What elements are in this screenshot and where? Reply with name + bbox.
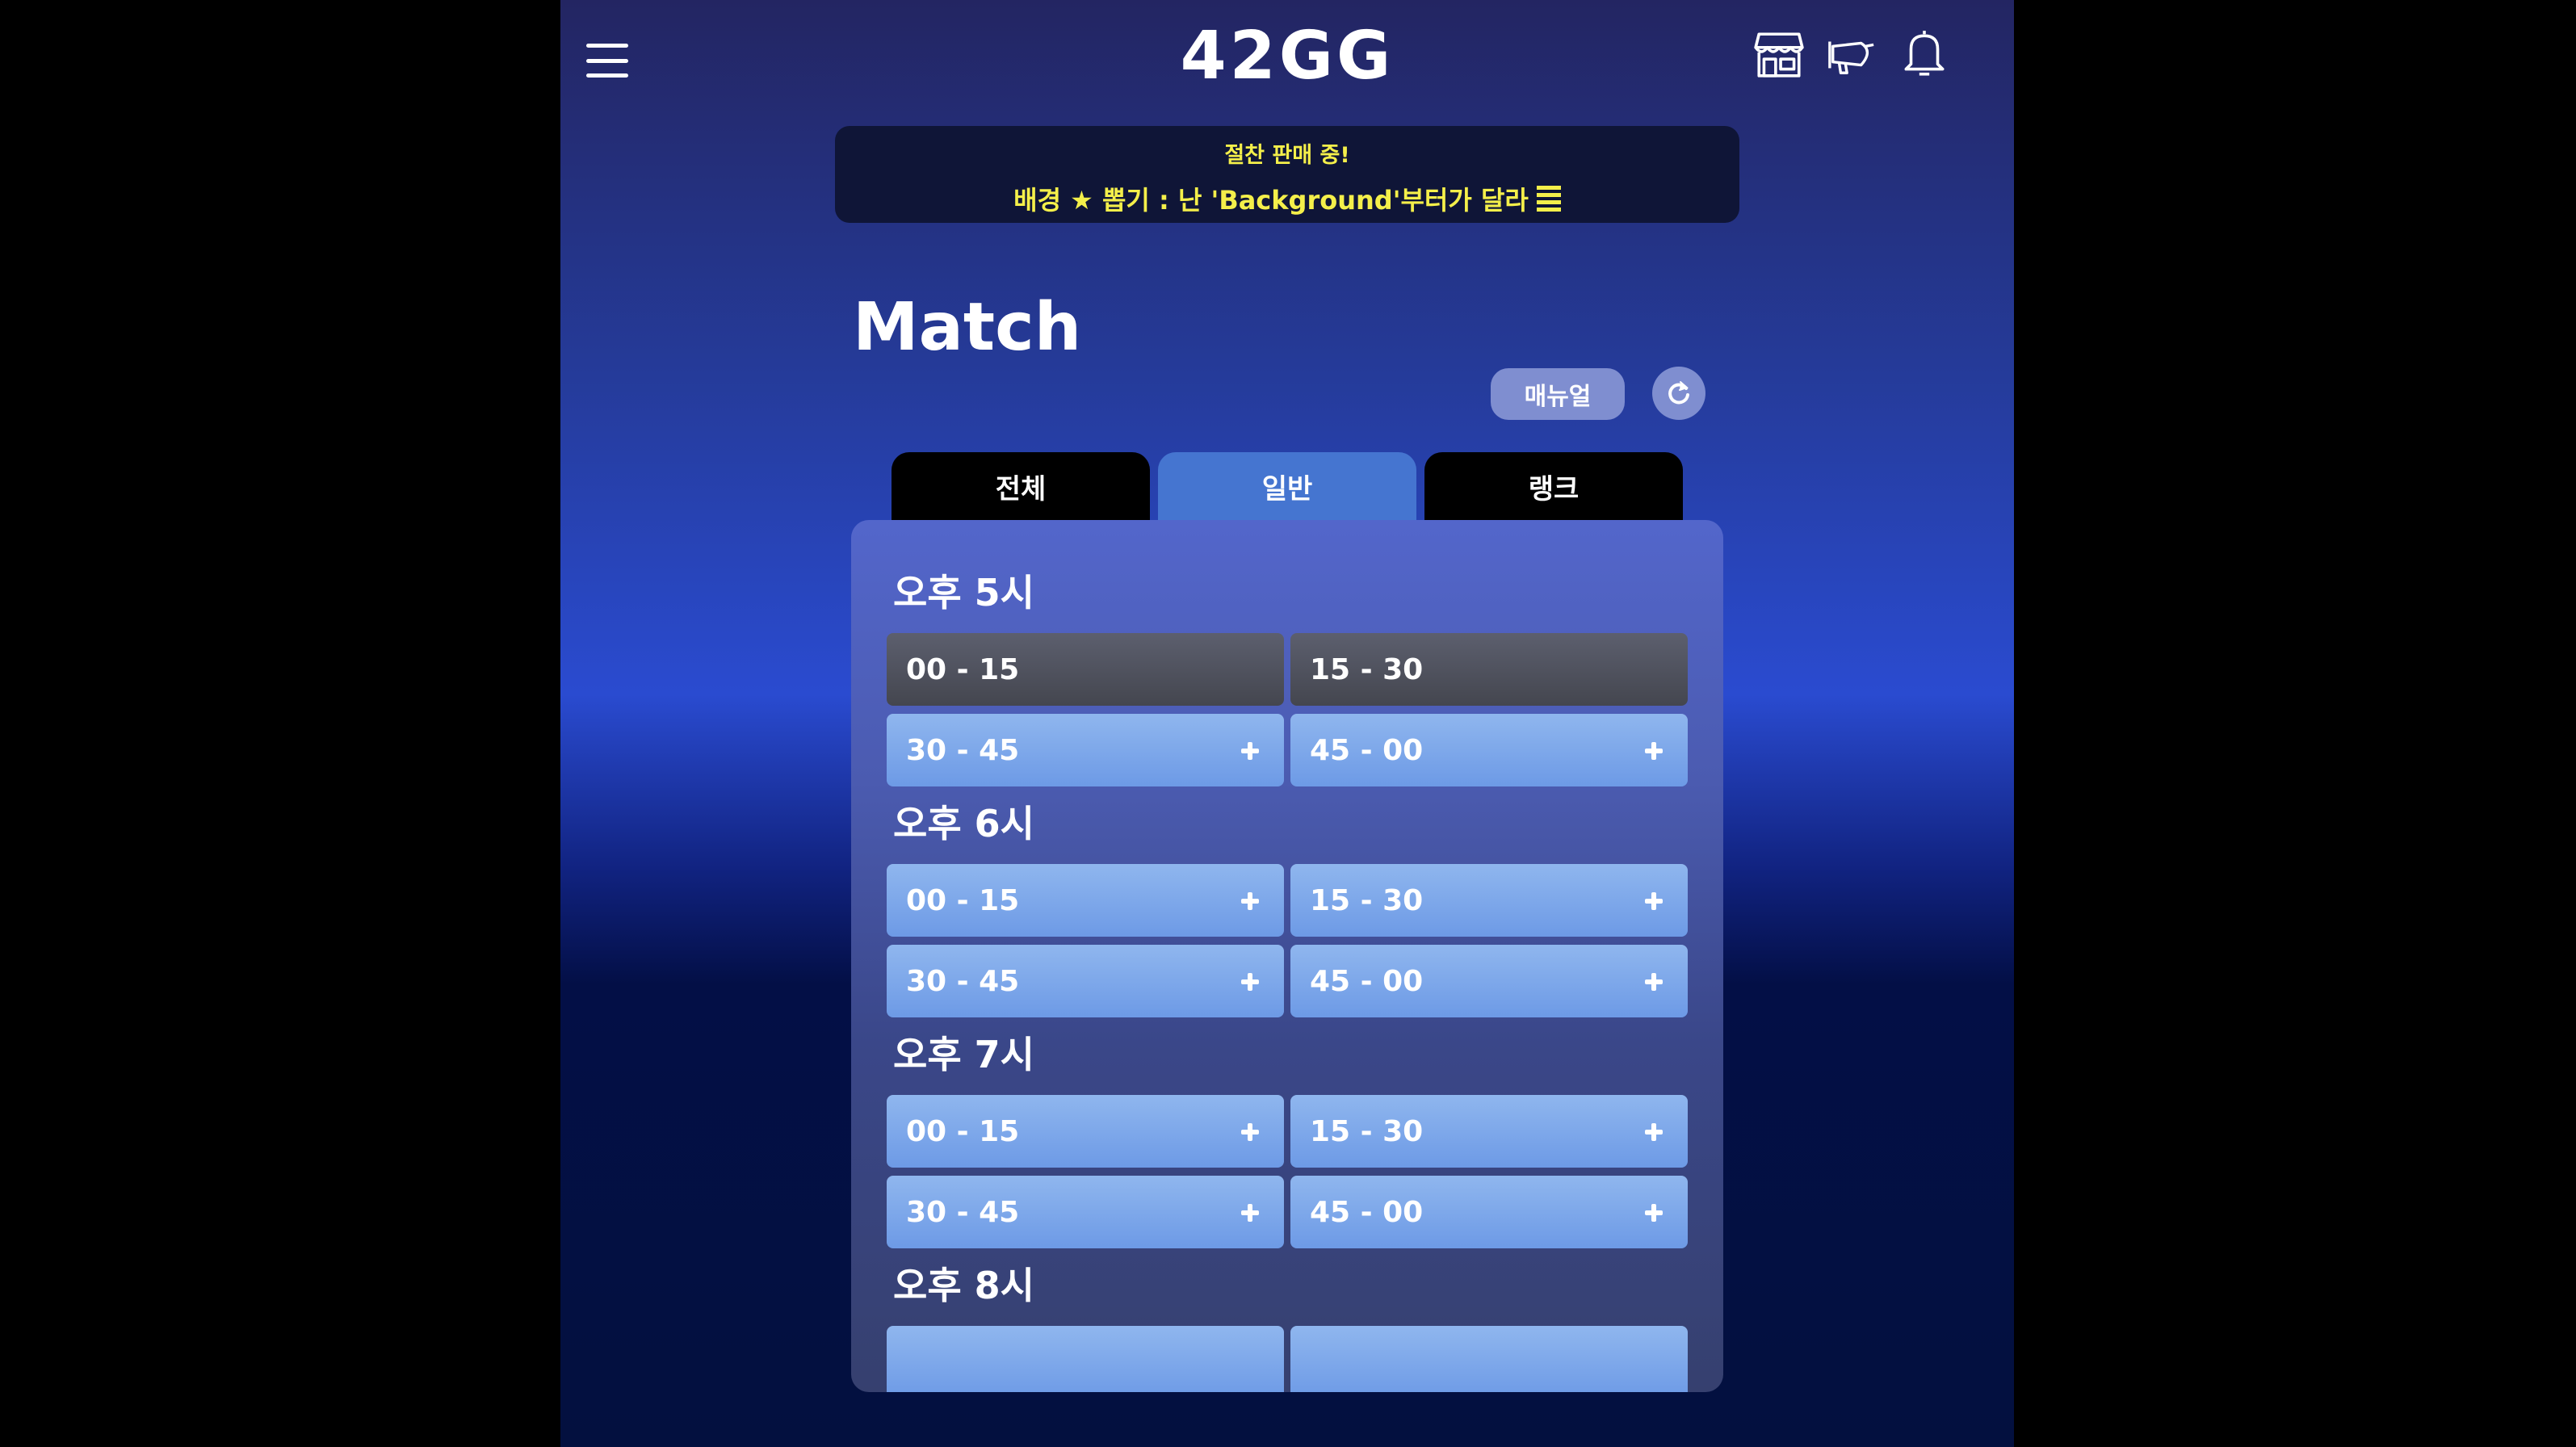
plus-icon xyxy=(1633,963,1670,1000)
slot-time: 00 - 15 xyxy=(906,883,1020,917)
time-slot[interactable]: 45 - 00 xyxy=(1290,1176,1688,1248)
slot-grid xyxy=(887,1326,1688,1392)
plus-icon xyxy=(1229,963,1266,1000)
time-slot[interactable]: 30 - 45 xyxy=(887,714,1284,786)
time-slot[interactable] xyxy=(1290,1326,1688,1392)
plus-icon xyxy=(1633,1113,1670,1150)
time-slot[interactable]: 45 - 00 xyxy=(1290,714,1688,786)
plus-icon xyxy=(1229,1193,1266,1231)
hour-label: 오후 5시 xyxy=(893,571,1034,614)
slot-time: 15 - 30 xyxy=(1310,652,1424,686)
page-title: Match xyxy=(853,289,1082,366)
slot-grid: 00 - 15 15 - 30 30 - 45 45 - 00 xyxy=(887,1095,1688,1248)
refresh-icon xyxy=(1668,381,1689,405)
slot-time: 00 - 15 xyxy=(906,1114,1020,1148)
megaphone-icon[interactable] xyxy=(1827,27,1877,81)
time-slot: 15 - 30 xyxy=(1290,633,1688,706)
tab-all[interactable]: 전체 xyxy=(892,452,1150,520)
slot-grid: 00 - 15 15 - 30 30 - 45 45 - 00 xyxy=(887,864,1688,1017)
hour-label: 오후 6시 xyxy=(893,802,1034,845)
slot-time: 30 - 45 xyxy=(906,964,1020,998)
refresh-button[interactable] xyxy=(1652,367,1705,420)
match-mode-tabs: 전체 일반 랭크 xyxy=(892,452,1683,520)
plus-icon xyxy=(1633,732,1670,769)
match-slot-list: 오후 5시 00 - 15 15 - 30 30 - 45 45 - 00 오후… xyxy=(887,570,1688,1392)
slot-time: 30 - 45 xyxy=(906,733,1020,767)
slot-time: 00 - 15 xyxy=(906,652,1020,686)
match-slot-panel[interactable]: 오후 5시 00 - 15 15 - 30 30 - 45 45 - 00 오후… xyxy=(851,520,1723,1392)
plus-icon xyxy=(1633,1193,1670,1231)
store-icon[interactable] xyxy=(1754,27,1804,81)
banner-headline: 절찬 판매 중! xyxy=(1224,143,1350,168)
bell-icon[interactable] xyxy=(1899,27,1949,81)
time-slot[interactable]: 15 - 30 xyxy=(1290,864,1688,937)
plus-icon xyxy=(1633,882,1670,919)
time-slot[interactable]: 00 - 15 xyxy=(887,1095,1284,1168)
time-slot[interactable]: 00 - 15 xyxy=(887,864,1284,937)
slot-time: 15 - 30 xyxy=(1310,1114,1424,1148)
time-slot[interactable]: 45 - 00 xyxy=(1290,945,1688,1017)
list-icon xyxy=(1536,186,1561,212)
app-screen: 42GG 절찬 판매 중! 배경 ★ 뽑기: 난 'Background'부터… xyxy=(560,0,2014,1447)
slot-grid: 00 - 15 15 - 30 30 - 45 45 - 00 xyxy=(887,633,1688,786)
slot-time: 30 - 45 xyxy=(906,1195,1020,1229)
banner-message: 배경 ★ 뽑기 : 난 'Background'부터가 달라 xyxy=(1013,180,1561,217)
slot-time: 45 - 00 xyxy=(1310,733,1424,767)
hour-label: 오후 8시 xyxy=(893,1264,1034,1307)
slot-time: 45 - 00 xyxy=(1310,964,1424,998)
hour-label: 오후 7시 xyxy=(893,1033,1034,1076)
header-icons xyxy=(1754,27,1949,81)
time-slot: 00 - 15 xyxy=(887,633,1284,706)
time-slot[interactable]: 30 - 45 xyxy=(887,1176,1284,1248)
promo-banner[interactable]: 절찬 판매 중! 배경 ★ 뽑기 : 난 'Background'부터가 달라 xyxy=(835,126,1739,223)
plus-icon xyxy=(1229,882,1266,919)
manual-button[interactable]: 매뉴얼 xyxy=(1491,368,1625,420)
plus-icon xyxy=(1229,1113,1266,1150)
slot-time: 45 - 00 xyxy=(1310,1195,1424,1229)
slot-time: 15 - 30 xyxy=(1310,883,1424,917)
time-slot[interactable]: 30 - 45 xyxy=(887,945,1284,1017)
banner-message-text: 배경 ★ 뽑기 : 난 'Background'부터가 달라 xyxy=(1013,185,1529,216)
tab-normal[interactable]: 일반 xyxy=(1158,452,1416,520)
time-slot[interactable]: 15 - 30 xyxy=(1290,1095,1688,1168)
plus-icon xyxy=(1229,732,1266,769)
time-slot[interactable] xyxy=(887,1326,1284,1392)
tab-rank[interactable]: 랭크 xyxy=(1424,452,1683,520)
